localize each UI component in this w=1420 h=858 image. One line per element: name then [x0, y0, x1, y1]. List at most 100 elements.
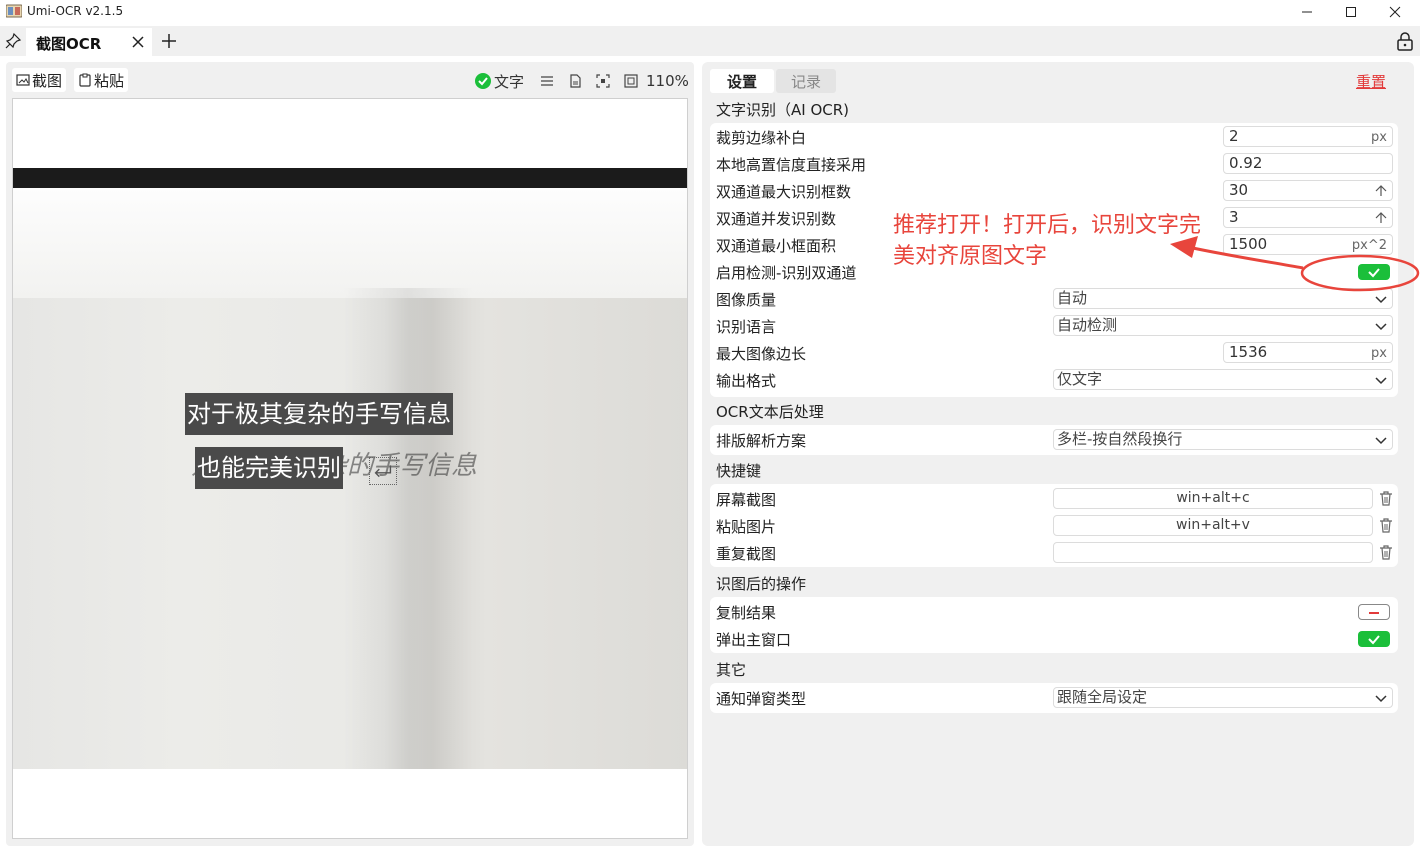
settings-panel: 设置 记录 重置 文字识别（AI OCR) 裁剪边缘补白 2 px 本地高置信度…	[702, 62, 1414, 846]
hotkey-row: 屏幕截图 win+alt+c	[710, 485, 1398, 512]
language-select[interactable]: 自动检测	[1053, 315, 1393, 336]
paste-button[interactable]: 粘贴	[74, 68, 129, 92]
arrow-up-icon[interactable]	[1374, 183, 1388, 197]
minimize-button[interactable]	[1284, 0, 1330, 24]
crop-padding-input[interactable]: 2 px	[1223, 126, 1393, 147]
minus-icon	[1369, 612, 1379, 614]
add-tab-icon[interactable]	[160, 32, 178, 50]
list-icon[interactable]	[540, 74, 554, 88]
setting-copy-result: 复制结果	[710, 598, 1398, 625]
setting-high-confidence: 本地高置信度直接采用 0.92	[710, 150, 1398, 177]
tab-records[interactable]: 记录	[776, 69, 836, 93]
lock-icon[interactable]	[1396, 31, 1414, 51]
tab-settings[interactable]: 设置	[710, 69, 774, 93]
hotkey-input[interactable]: win+alt+v	[1053, 515, 1373, 536]
hotkey-input[interactable]	[1053, 542, 1373, 563]
annotation-line: 美对齐原图文字	[893, 244, 1048, 269]
setting-label: 弹出主窗口	[716, 631, 792, 649]
dual-channel-toggle[interactable]	[1358, 264, 1390, 280]
setting-max-boxes: 双通道最大识别框数 30	[710, 177, 1398, 204]
actual-size-icon[interactable]	[624, 74, 638, 88]
maximize-icon	[1346, 7, 1356, 17]
screenshot-label: 截图	[32, 71, 63, 90]
trash-icon[interactable]	[1378, 490, 1394, 507]
notify-type-select[interactable]: 跟随全局设定	[1053, 687, 1393, 708]
concurrency-input[interactable]: 3	[1223, 207, 1393, 228]
trash-icon[interactable]	[1378, 517, 1394, 534]
setting-crop-padding: 裁剪边缘补白 2 px	[710, 123, 1398, 150]
min-area-input[interactable]: 1500 px^2	[1223, 234, 1393, 255]
text-toggle[interactable]: 文字	[474, 70, 524, 92]
image-quality-select[interactable]: 自动	[1053, 288, 1393, 309]
section-title-other: 其它	[716, 661, 747, 679]
section-title-postprocess: OCR文本后处理	[716, 403, 824, 421]
setting-label: 本地高置信度直接采用	[716, 156, 867, 174]
close-window-button[interactable]	[1372, 0, 1418, 24]
zoom-level: 110%	[646, 72, 689, 90]
setting-max-side: 最大图像边长 1536 px	[710, 339, 1398, 366]
image-icon	[16, 74, 30, 86]
check-circle-icon	[475, 73, 491, 89]
high-confidence-input[interactable]: 0.92	[1223, 153, 1393, 174]
setting-label: 通知弹窗类型	[716, 690, 807, 708]
line-break-icon	[369, 457, 397, 485]
screenshot-button[interactable]: 截图	[12, 68, 67, 92]
setting-layout: 排版解析方案 多栏-按自然段换行	[710, 426, 1398, 453]
section-title-hotkeys: 快捷键	[716, 462, 762, 480]
document-icon[interactable]	[568, 74, 582, 88]
setting-label: 双通道最小框面积	[716, 237, 837, 255]
hotkeys-group: 屏幕截图 win+alt+c 粘贴图片 win+alt+v 重复截图	[710, 484, 1398, 567]
title-bar: Umi-OCR v2.1.5	[0, 0, 1420, 24]
max-side-input[interactable]: 1536 px	[1223, 342, 1393, 363]
trash-icon[interactable]	[1378, 544, 1394, 561]
hotkey-row: 粘贴图片 win+alt+v	[710, 512, 1398, 539]
chevron-down-icon	[1375, 377, 1387, 385]
max-boxes-input[interactable]: 30	[1223, 180, 1393, 201]
hotkey-label: 粘贴图片	[716, 518, 777, 536]
tab-screenshot-ocr[interactable]: 截图OCR	[26, 28, 152, 56]
annotation-text: 推荐打开！打开后，识别文字完 美对齐原图文字	[893, 210, 1201, 272]
text-toggle-label: 文字	[494, 72, 525, 91]
image-canvas[interactable]: 对于极其复杂的手写信息 对于极其复杂的手写信息 也能完美识别	[12, 98, 688, 839]
copy-result-toggle[interactable]	[1358, 604, 1390, 620]
ocr-text-line[interactable]: 也能完美识别	[195, 447, 343, 489]
setting-label: 双通道最大识别框数	[716, 183, 852, 201]
postprocess-group: 排版解析方案 多栏-按自然段换行	[710, 425, 1398, 455]
pin-icon[interactable]	[4, 32, 22, 50]
setting-label: 排版解析方案	[716, 432, 807, 450]
setting-label: 最大图像边长	[716, 345, 807, 363]
setting-notify-type: 通知弹窗类型 跟随全局设定	[710, 684, 1398, 711]
hotkey-input[interactable]: win+alt+c	[1053, 488, 1373, 509]
app-logo-icon	[6, 4, 22, 18]
hotkey-label: 屏幕截图	[716, 491, 777, 509]
clipboard-icon	[79, 73, 91, 87]
tab-close-icon[interactable]	[130, 34, 146, 50]
maximize-button[interactable]	[1328, 0, 1374, 24]
image-preview-panel: 截图 粘贴 文字 110% 对于极其复杂的手写信息 对于极其复杂的手写信息 也能…	[6, 62, 694, 846]
app-window: Umi-OCR v2.1.5 截图OCR 截图 粘贴 文字 110% 对于极其复…	[0, 0, 1420, 858]
popup-window-toggle[interactable]	[1358, 631, 1390, 647]
fit-screen-icon[interactable]	[596, 74, 610, 88]
chevron-down-icon	[1375, 437, 1387, 445]
setting-label: 裁剪边缘补白	[716, 129, 807, 147]
after-ocr-group: 复制结果 弹出主窗口	[710, 597, 1398, 653]
chevron-down-icon	[1375, 323, 1387, 331]
output-format-select[interactable]: 仅文字	[1053, 369, 1393, 390]
ocr-text-line[interactable]: 对于极其复杂的手写信息	[185, 393, 453, 435]
close-icon	[1389, 6, 1401, 18]
other-group: 通知弹窗类型 跟随全局设定	[710, 683, 1398, 713]
setting-label: 复制结果	[716, 604, 777, 622]
check-icon	[1368, 635, 1380, 645]
setting-label: 启用检测-识别双通道	[716, 264, 857, 282]
layout-select[interactable]: 多栏-按自然段换行	[1053, 429, 1393, 450]
tab-bar: 截图OCR	[0, 26, 1420, 56]
setting-label: 双通道并发识别数	[716, 210, 837, 228]
setting-label: 输出格式	[716, 372, 777, 390]
setting-popup-window: 弹出主窗口	[710, 625, 1398, 652]
window-title: Umi-OCR v2.1.5	[27, 4, 124, 18]
hotkey-row: 重复截图	[710, 539, 1398, 566]
setting-image-quality: 图像质量 自动	[710, 285, 1398, 312]
minimize-icon	[1302, 11, 1312, 13]
reset-button[interactable]: 重置	[1356, 71, 1386, 92]
arrow-up-icon[interactable]	[1374, 210, 1388, 224]
